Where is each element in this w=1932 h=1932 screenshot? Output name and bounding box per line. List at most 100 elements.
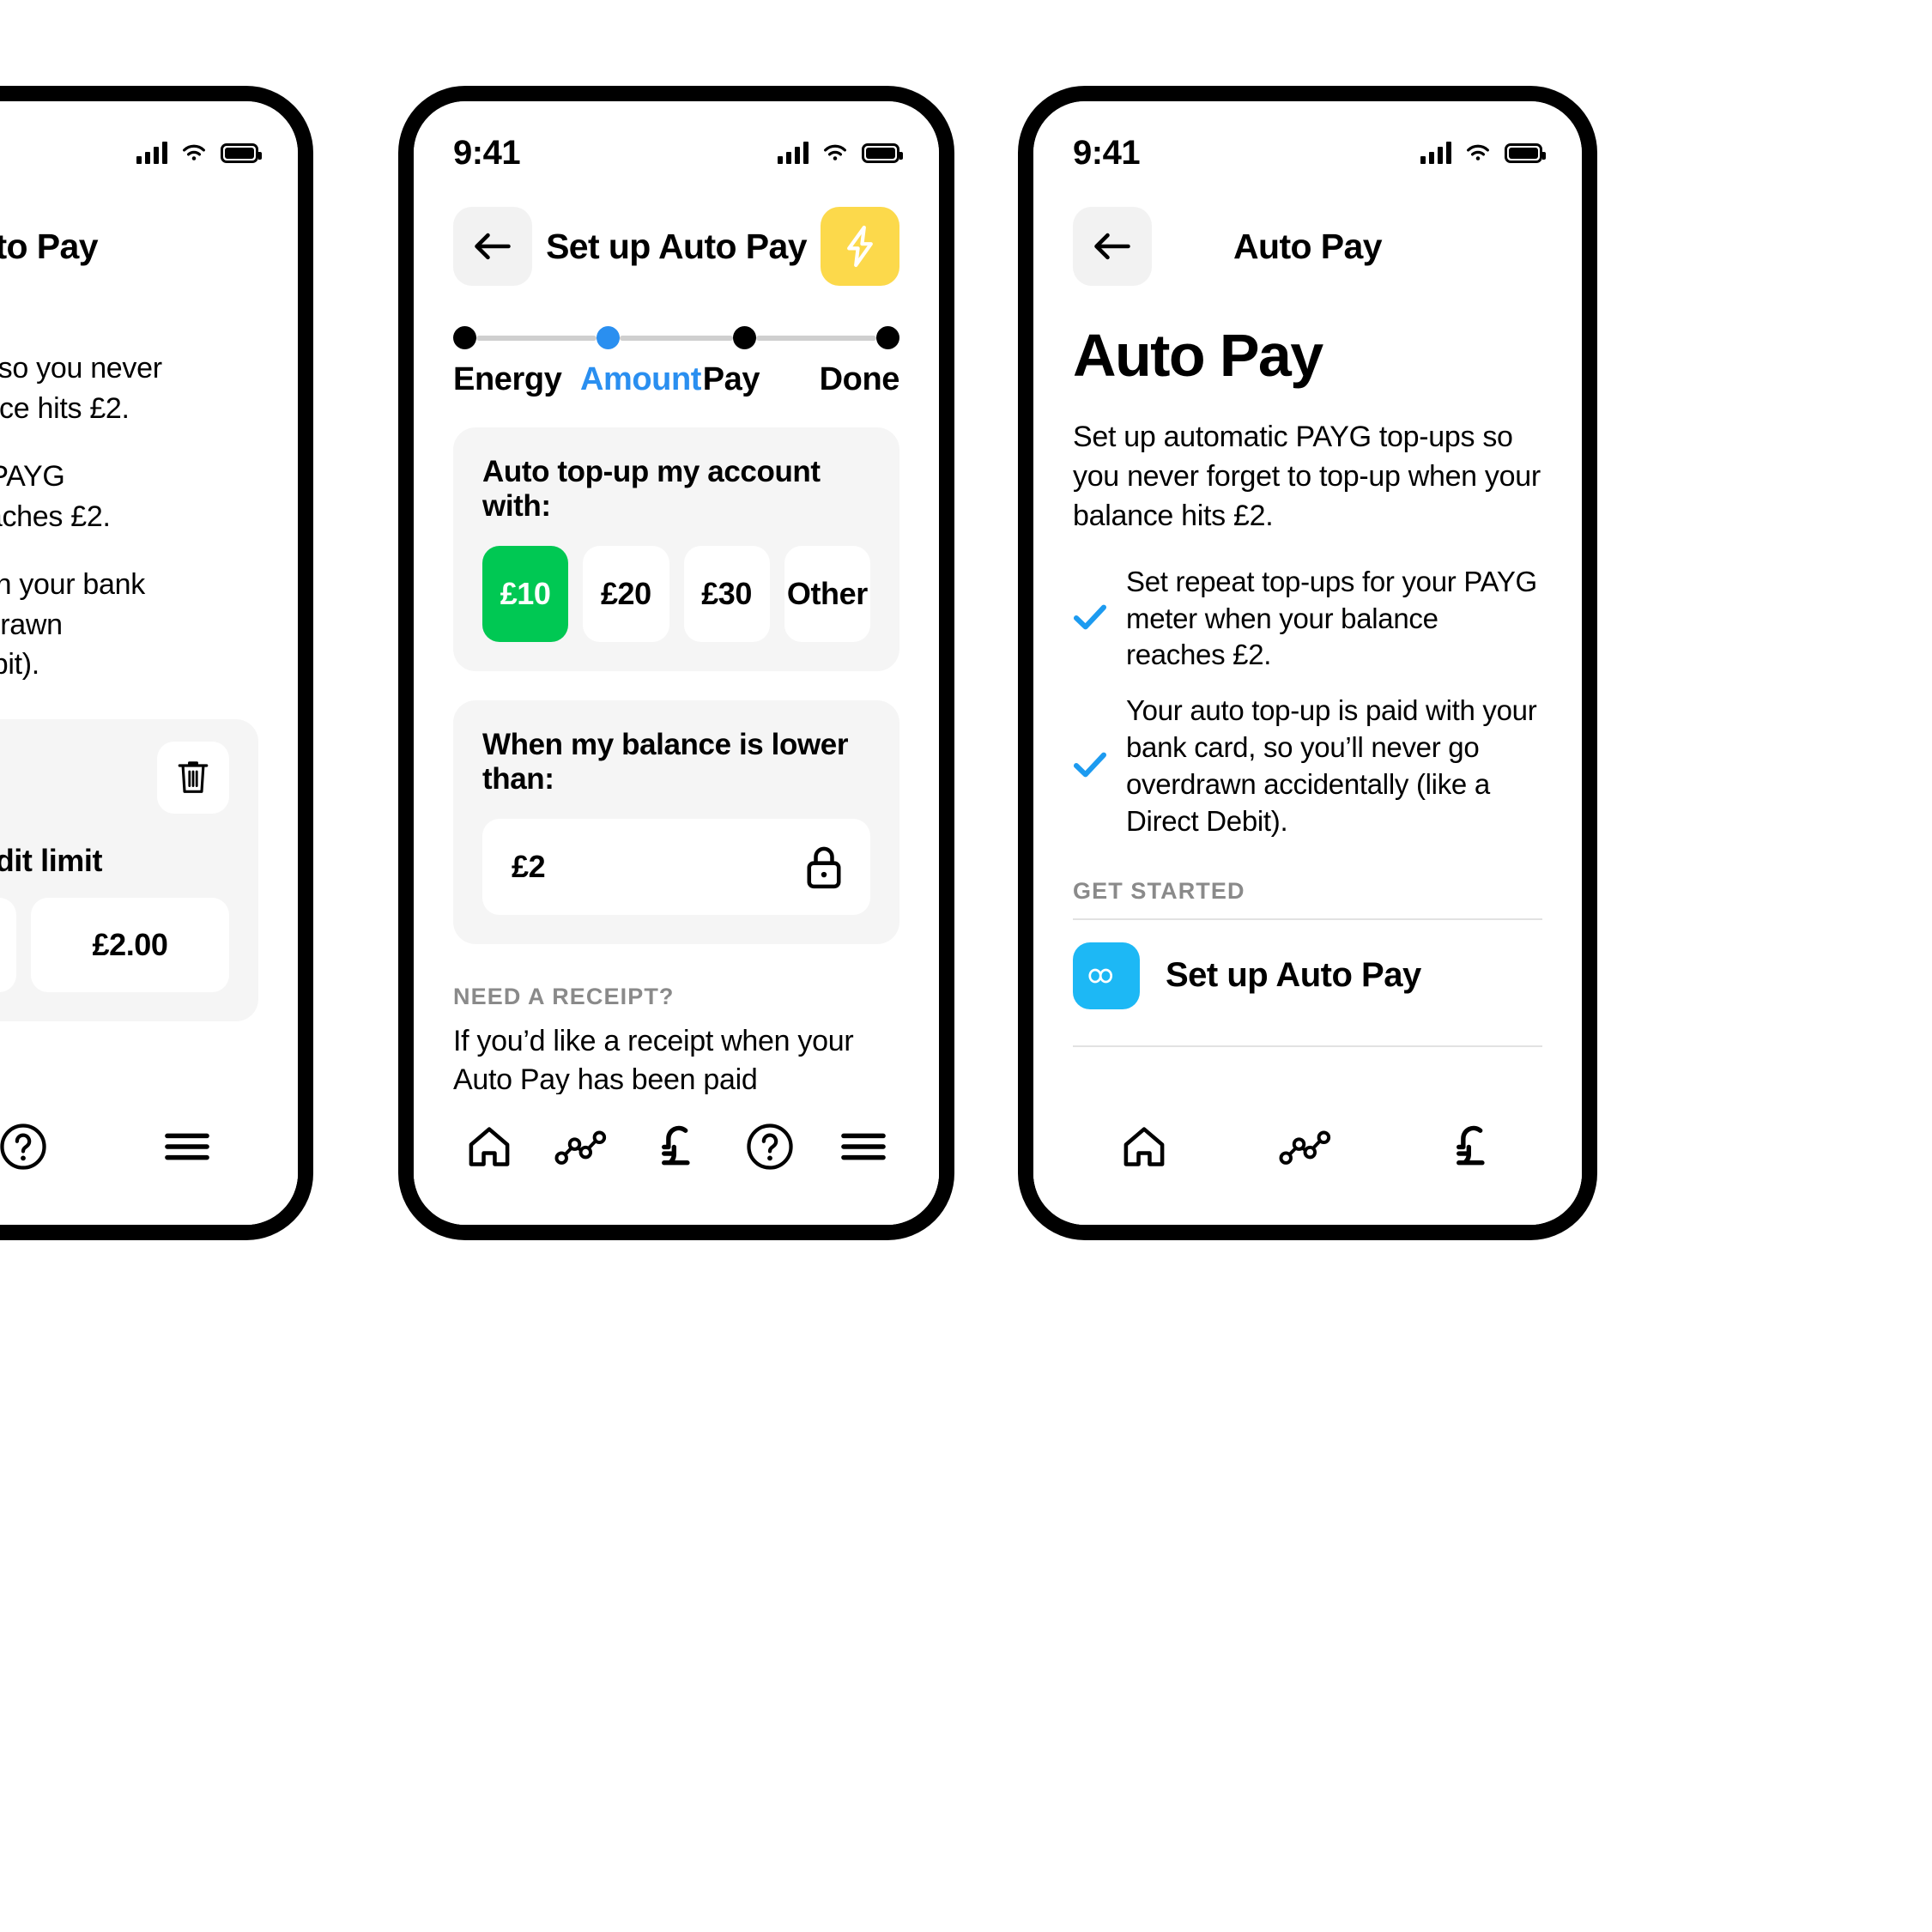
back-arrow-icon [475, 233, 511, 260]
phone-left: Auto Pay c PAYG top-ups so you never whe… [0, 86, 313, 1240]
status-bar-center: 9:41 [414, 101, 939, 180]
benefit-item-2: Your auto top-up is paid with your bank … [1073, 693, 1542, 840]
status-time-center: 9:41 [453, 133, 521, 172]
benefit-text-1: Set repeat top-ups for your PAYG meter w… [1126, 565, 1537, 671]
back-arrow-icon [1094, 233, 1130, 260]
page-heading-right: Auto Pay [1073, 322, 1323, 389]
battery-icon [221, 142, 262, 163]
benefit-text-2: Your auto top-up is paid with your bank … [1126, 694, 1537, 838]
step-label-pay: Pay [702, 361, 760, 397]
lightning-bolt-button[interactable] [821, 207, 899, 286]
step-label-energy: Energy [453, 361, 562, 397]
step-dot-energy[interactable] [453, 326, 476, 349]
nav-spacer-right-3 [1463, 207, 1542, 286]
signal-bars-icon [778, 142, 809, 164]
page-title-center: Set up Auto Pay [546, 226, 807, 266]
credit-limit-box-blank[interactable] [0, 898, 16, 993]
benefit-item-1: Set repeat top-ups for your PAYG meter w… [1073, 564, 1542, 675]
step-dot-amount[interactable] [596, 326, 620, 349]
amount-option-30[interactable]: £30 [683, 546, 770, 642]
credit-limit-row: £2.00 [0, 898, 229, 993]
tab-help-center[interactable] [729, 1105, 811, 1188]
home-icon [1123, 1127, 1165, 1166]
balance-threshold-title: When my balance is lower than: [482, 728, 849, 796]
check-icon [1073, 603, 1107, 635]
back-button-right[interactable] [1073, 207, 1152, 286]
lightning-bolt-icon [847, 225, 873, 268]
page-title-left: Auto Pay [0, 226, 99, 266]
hamburger-icon [840, 1133, 886, 1160]
get-started-label: GET STARTED [1073, 877, 1245, 904]
step-line-2 [619, 335, 734, 341]
topup-amount-card: Auto top-up my account with: £10 £20 £30… [453, 427, 899, 671]
phone-center: 9:41 Set up Auto Pay Energy Amount Pay D… [398, 86, 954, 1240]
step-dot-pay[interactable] [733, 326, 757, 349]
left-copy-6: ll never go overdrawn [0, 608, 63, 641]
usage-graph-icon [1280, 1130, 1331, 1165]
wifi-icon [183, 144, 205, 160]
status-icons-left [136, 142, 262, 164]
infinity-icon-glyph [1088, 968, 1113, 984]
signal-bars-icon [1420, 142, 1451, 164]
phone-right-body: Auto Pay Set up automatic PAYG top-ups s… [1033, 292, 1582, 1047]
left-copy-2: when your balance hits £2. [0, 391, 130, 425]
step-label-done: Done [819, 361, 900, 397]
tab-usage-right[interactable] [1266, 1105, 1348, 1188]
pound-icon [1456, 1125, 1485, 1166]
left-copy-5: op-up is paid with your bank [0, 567, 145, 601]
nav-bar-right: Auto Pay [1033, 180, 1582, 292]
page-title-right-nav: Auto Pay [1233, 226, 1383, 266]
stepper-labels: Energy Amount Pay Done [453, 361, 899, 398]
tab-home-center[interactable] [448, 1105, 530, 1188]
balance-threshold-field[interactable]: £2 [482, 819, 870, 915]
status-icons-right [1420, 142, 1546, 164]
left-copy-1: c PAYG top-ups so you never [0, 352, 162, 385]
usage-graph-icon [554, 1130, 607, 1165]
list-item-set-up-auto-pay[interactable]: Set up Auto Pay [1073, 920, 1542, 1032]
tab-payments-right[interactable] [1430, 1105, 1512, 1188]
question-circle-icon [0, 1123, 47, 1170]
status-bar-left [0, 101, 298, 180]
wifi-icon [1467, 144, 1489, 160]
step-dot-done[interactable] [875, 326, 899, 349]
tab-usage-center[interactable] [542, 1105, 624, 1188]
amount-option-20[interactable]: £20 [583, 546, 669, 642]
phone-center-scroll[interactable]: 9:41 Set up Auto Pay Energy Amount Pay D… [414, 101, 939, 1094]
receipt-section: NEED A RECEIPT? If you’d like a receipt … [414, 984, 939, 1094]
signal-bars-icon [136, 142, 167, 164]
tab-menu-left[interactable] [146, 1105, 228, 1188]
status-time-right: 9:41 [1073, 133, 1141, 172]
trash-icon[interactable] [157, 742, 229, 815]
step-label-amount: Amount [579, 361, 702, 397]
tab-help-left[interactable] [0, 1105, 64, 1188]
tab-payments-center[interactable] [635, 1105, 718, 1188]
nav-bar-center: Set up Auto Pay [414, 180, 939, 292]
status-bar-right: 9:41 [1033, 101, 1582, 180]
phone-right-screen: 9:41 Auto Pay Auto Pay Set up automatic … [1033, 101, 1582, 1225]
balance-threshold-value: £2 [512, 849, 546, 884]
receipt-eyebrow: NEED A RECEIPT? [453, 984, 675, 1009]
step-line-1 [476, 335, 597, 341]
divider-bottom [1073, 1045, 1542, 1047]
credit-limit-value[interactable]: £2.00 [31, 898, 229, 993]
topup-amount-title: Auto top-up my account with: [482, 455, 821, 523]
tab-menu-center[interactable] [822, 1105, 905, 1188]
pound-icon [662, 1125, 690, 1166]
back-button[interactable] [453, 207, 532, 286]
amount-option-other[interactable]: Other [784, 546, 870, 642]
battery-icon [1505, 142, 1546, 163]
stepper-track [453, 326, 899, 349]
receipt-body: If you’d like a receipt when your Auto P… [453, 1025, 854, 1094]
infinity-icon [1073, 942, 1140, 1009]
tab-bar-center [414, 1094, 939, 1225]
credit-limit-card: Credit limit £2.00 [0, 719, 258, 1022]
tab-bar-left [0, 1094, 298, 1225]
question-circle-icon [747, 1123, 793, 1170]
tab-home-right[interactable] [1103, 1105, 1185, 1188]
nav-bar-left: Auto Pay [0, 180, 298, 292]
phone-right: 9:41 Auto Pay Auto Pay Set up automatic … [1018, 86, 1597, 1240]
balance-threshold-card: When my balance is lower than: £2 [453, 700, 899, 944]
nav-spacer-right [179, 207, 258, 286]
amount-option-10[interactable]: £10 [482, 546, 569, 642]
lock-icon [807, 846, 841, 889]
